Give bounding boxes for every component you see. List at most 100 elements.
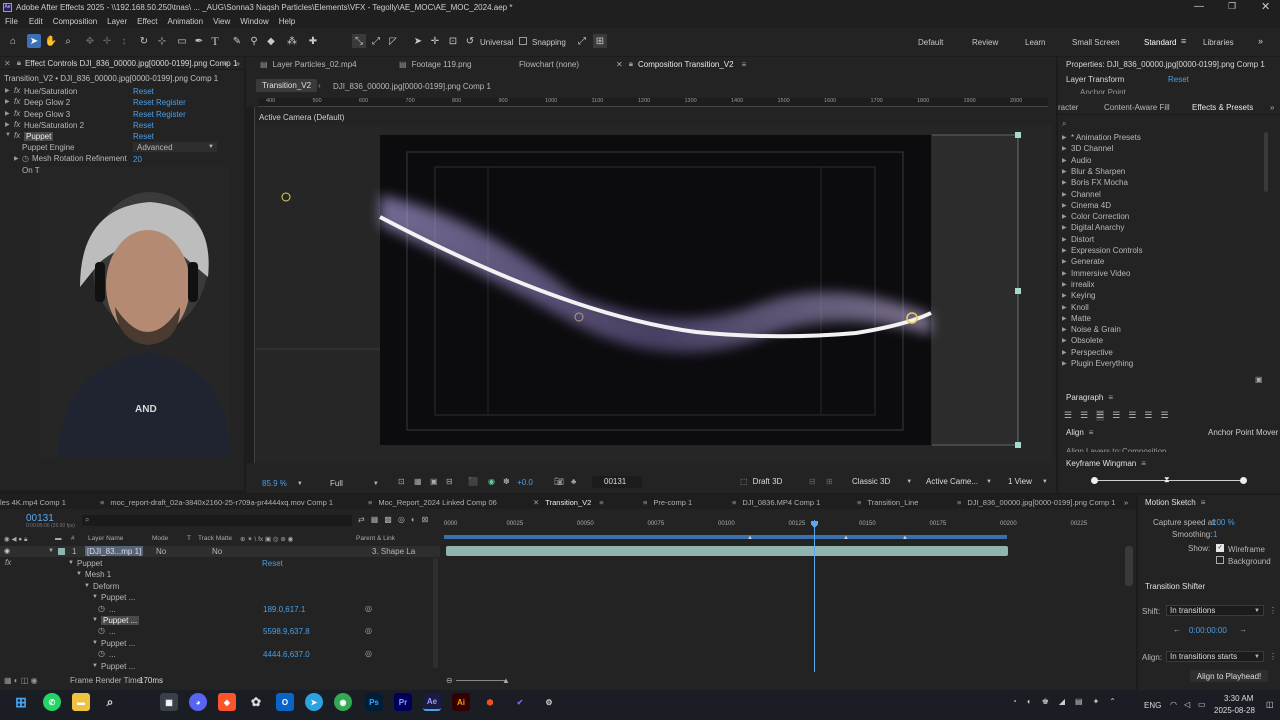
timeline-comp-tab[interactable]: ≡ DJI_836_00000.jpg[0000-0199].png Comp 1 xyxy=(957,495,1115,509)
property-row[interactable]: ▼ Puppet ... xyxy=(0,615,440,626)
chatgpt-icon[interactable]: ✿ xyxy=(247,693,265,711)
fx-toggle-icon[interactable]: fx xyxy=(14,120,20,129)
workspace-menu-icon[interactable]: ≡ xyxy=(1181,36,1186,46)
new-bin-icon[interactable]: ▣ xyxy=(1255,375,1263,384)
brush-tool-icon[interactable]: ✎ xyxy=(230,34,244,48)
zoom-in-icon[interactable]: ▲ xyxy=(502,676,510,685)
effect-name[interactable]: Deep Glow 3 xyxy=(24,110,70,119)
chevron-right-icon[interactable]: ▶ xyxy=(5,87,10,94)
overflow-icon[interactable]: » xyxy=(1270,101,1274,114)
chevron-down-icon[interactable]: ▼ xyxy=(84,583,90,589)
region-of-interest-icon[interactable]: ⊡ xyxy=(398,477,405,486)
universal-label[interactable]: Universal xyxy=(480,38,513,47)
workspace-small-screen[interactable]: Small Screen xyxy=(1072,38,1120,47)
menu-edit[interactable]: Edit xyxy=(29,17,43,26)
tray-icon[interactable]: ♚ xyxy=(1042,697,1049,706)
panel-menu-icon[interactable]: ≡ xyxy=(599,498,603,507)
orbit-tool-icon[interactable]: ✥ xyxy=(83,34,97,48)
select-mode-icon[interactable]: ➤ xyxy=(411,34,425,48)
wingman-right-handle[interactable] xyxy=(1240,477,1247,484)
frame-blending-icon[interactable]: ◎ xyxy=(398,515,405,524)
effect-reset-button[interactable]: Reset xyxy=(133,121,154,130)
stopwatch-icon[interactable]: ◷ xyxy=(22,154,29,163)
align-target-select[interactable]: Composition xyxy=(1122,447,1166,452)
comp-viewer[interactable] xyxy=(256,125,1052,463)
work-area-bar[interactable] xyxy=(444,535,1007,539)
zoom-tool-icon[interactable]: ⌕ xyxy=(61,34,75,48)
chevron-right-icon[interactable]: ▶ xyxy=(5,110,10,117)
clone-stamp-icon[interactable]: ⚲ xyxy=(247,34,261,48)
snap-grid-icon[interactable]: ⊞ xyxy=(593,34,607,48)
property-row[interactable]: ▼ Puppet ... xyxy=(0,661,440,672)
dolly-tool-icon[interactable]: ↕ xyxy=(117,34,131,48)
effects-category-item[interactable]: ▶ Noise & Grain xyxy=(1062,324,1121,335)
chevron-down-icon[interactable]: ▼ xyxy=(92,617,98,623)
expression-pickwhip-icon[interactable]: ◎ xyxy=(365,626,372,635)
workspace-review[interactable]: Review xyxy=(972,38,998,47)
chevron-right-icon[interactable]: ▶ xyxy=(5,121,10,128)
effect-row[interactable]: ▶ fx Deep Glow 2 Reset Register xyxy=(0,97,244,108)
chevron-right-icon[interactable]: ▶ xyxy=(5,98,10,105)
workspace-libraries[interactable]: Libraries xyxy=(1203,38,1234,47)
mask-visibility-icon[interactable]: ▣ xyxy=(430,477,438,486)
overflow-chevron-icon[interactable]: ⌃ xyxy=(1109,697,1116,706)
effects-category-item[interactable]: ▶ Color Correction xyxy=(1062,211,1129,222)
after-effects-icon[interactable]: Ae xyxy=(423,693,441,711)
effect-name[interactable]: Hue/Saturation xyxy=(24,87,77,96)
effects-category-item[interactable]: ▶ Digital Anarchy xyxy=(1062,222,1124,233)
track-matte-header[interactable]: Track Matte xyxy=(198,535,232,542)
scale-mode-icon[interactable]: ⊡ xyxy=(446,34,460,48)
effects-category-item[interactable]: ▶ 3D Channel xyxy=(1062,143,1113,154)
property-row[interactable]: ◷... 189.0,617.1 ◎ xyxy=(0,604,440,615)
guides-icon[interactable]: ⊟ xyxy=(446,477,453,486)
justify-right-icon[interactable]: ☰ xyxy=(1144,410,1152,421)
whatsapp-icon[interactable]: ✆ xyxy=(43,693,61,711)
menu-view[interactable]: View xyxy=(213,17,230,26)
expand-arrow-icon[interactable]: ▼ xyxy=(48,548,54,554)
timeline-scrollbar[interactable] xyxy=(1125,546,1133,586)
shift-time-value[interactable]: 0:00:00:00 xyxy=(1189,626,1227,635)
effects-category-item[interactable]: ▶ Boris FX Mocha xyxy=(1062,177,1128,188)
snapshot-icon[interactable]: 📷︎ xyxy=(554,477,564,486)
parent-link-header[interactable]: Parent & Link xyxy=(356,535,395,542)
more-options-icon[interactable]: ⋮ xyxy=(1269,606,1277,615)
effect-name[interactable]: Hue/Saturation 2 xyxy=(24,121,84,130)
property-row[interactable]: ▼ Puppet Reset xyxy=(0,558,440,569)
file-explorer-icon[interactable]: ▬ xyxy=(72,693,90,711)
effect-name[interactable]: Puppet xyxy=(24,132,54,142)
timecode-field[interactable]: 00131 xyxy=(592,476,642,488)
tab-composition-transition[interactable]: ✕ 🔒︎ Composition Transition_V2 ≡ xyxy=(616,57,746,71)
menu-help[interactable]: Help xyxy=(279,17,295,26)
effects-category-item[interactable]: ▶ irrealix xyxy=(1062,279,1095,290)
minimize-button[interactable]: — xyxy=(1194,1,1204,12)
workspace-learn[interactable]: Learn xyxy=(1025,38,1045,47)
effects-list-scrollbar[interactable] xyxy=(1264,132,1268,192)
type-tool-icon[interactable]: T xyxy=(208,34,222,48)
effects-category-item[interactable]: ▶ Keying xyxy=(1062,290,1095,301)
panel-menu-icon[interactable]: ≡ xyxy=(1108,393,1113,402)
pan-behind-tool-icon[interactable]: ⊹ xyxy=(155,34,169,48)
property-row[interactable]: ▼ Puppet ... xyxy=(0,638,440,649)
maximize-button[interactable]: ❐ xyxy=(1228,1,1236,12)
settings-icon[interactable]: ⚙ xyxy=(540,693,558,711)
tab-menu-icon[interactable]: ≡ xyxy=(368,498,372,507)
zoom-select[interactable]: 85.9 % ▼ xyxy=(262,477,303,490)
battery-icon[interactable]: ▭ xyxy=(1198,700,1206,709)
tray-icon[interactable]: ✦ xyxy=(1093,697,1100,706)
timeline-comp-tab[interactable]: ≡ DJI_0836.MP4 Comp 1 xyxy=(732,495,820,509)
selection-tool-icon[interactable]: ➤ xyxy=(27,34,41,48)
zoom-slider[interactable] xyxy=(456,680,506,681)
property-value[interactable]: Reset xyxy=(262,559,283,568)
property-row[interactable]: ◷... 4444.6,637.0 ◎ xyxy=(0,649,440,660)
pen-tool-icon[interactable]: ✒ xyxy=(192,34,206,48)
calculator-icon[interactable]: ▦ xyxy=(160,693,178,711)
property-row[interactable]: ◷... 5598.9,637.8 ◎ xyxy=(0,626,440,637)
search-icon[interactable]: ⌕ xyxy=(101,693,119,711)
camera-select[interactable]: Active Came... ▼ xyxy=(926,477,992,486)
effects-category-item[interactable]: ▶ Matte xyxy=(1062,313,1091,324)
menu-layer[interactable]: Layer xyxy=(107,17,127,26)
keyframe-marker[interactable]: ▲ xyxy=(902,535,908,541)
fx-toggle-icon[interactable]: fx xyxy=(14,109,20,118)
align-to-playhead-button[interactable]: Align to Playhead! xyxy=(1190,670,1268,682)
justify-center-icon[interactable]: ☰ xyxy=(1128,410,1136,421)
